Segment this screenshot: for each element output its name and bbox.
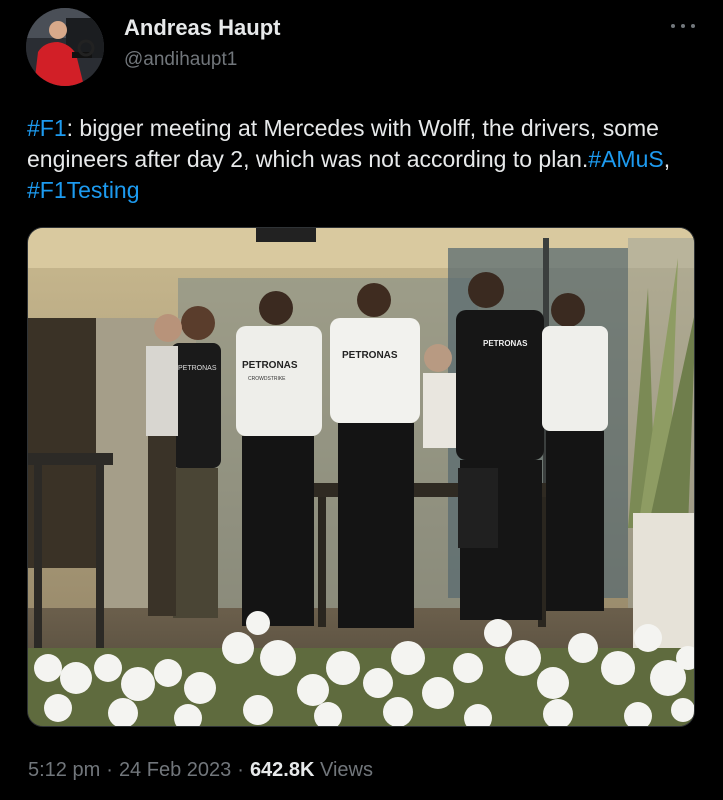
shirt-logo: PETRONAS bbox=[483, 339, 528, 348]
tweet-time[interactable]: 5:12 pm bbox=[28, 759, 100, 781]
shirt-logo: PETRONAS bbox=[342, 350, 398, 361]
user-block[interactable]: Andreas Haupt @andihaupt1 bbox=[124, 14, 280, 74]
avatar[interactable] bbox=[26, 8, 104, 86]
dot bbox=[681, 24, 685, 28]
display-name[interactable]: Andreas Haupt bbox=[124, 14, 280, 42]
tweet-date[interactable]: 24 Feb 2023 bbox=[119, 759, 231, 781]
tweet: Andreas Haupt @andihaupt1 #F1: bigger me… bbox=[0, 0, 723, 800]
tweet-photo[interactable]: PETRONAS PETRONAS CROWDSTRIKE PETRONAS P… bbox=[27, 227, 695, 727]
hashtag-link[interactable]: #AMuS bbox=[588, 146, 663, 172]
shirt-logo: PETRONAS bbox=[242, 360, 298, 371]
views-label[interactable]: Views bbox=[320, 759, 373, 781]
dot bbox=[671, 24, 675, 28]
tweet-text-segment: : bigger meeting at Mercedes with Wolff,… bbox=[27, 115, 659, 172]
views-count[interactable]: 642.8K bbox=[250, 759, 315, 781]
tweet-text: #F1: bigger meeting at Mercedes with Wol… bbox=[27, 113, 697, 206]
hashtag-link[interactable]: #F1 bbox=[27, 115, 67, 141]
meta-separator: · bbox=[237, 759, 244, 781]
tweet-text-segment: , bbox=[663, 146, 671, 172]
user-handle[interactable]: @andihaupt1 bbox=[124, 46, 280, 74]
hashtag-link[interactable]: #F1Testing bbox=[27, 177, 140, 203]
tweet-meta: 5:12 pm · 24 Feb 2023 · 642.8K Views bbox=[28, 757, 373, 783]
more-dots-icon[interactable] bbox=[671, 16, 695, 36]
shirt-logo: PETRONAS bbox=[178, 365, 217, 372]
shirt-logo-sub: CROWDSTRIKE bbox=[248, 376, 286, 382]
meta-separator: · bbox=[106, 759, 113, 781]
dot bbox=[691, 24, 695, 28]
